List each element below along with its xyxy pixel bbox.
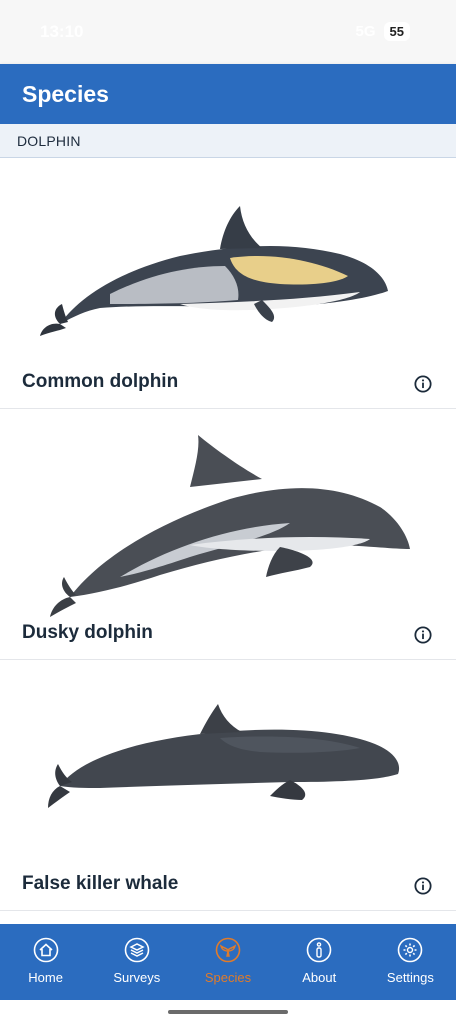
info-icon[interactable] [414, 877, 432, 895]
nav-item-home[interactable]: Home [0, 924, 91, 1000]
page-title: Species [22, 81, 109, 107]
species-card-dusky-dolphin[interactable]: Dusky dolphin [0, 409, 456, 660]
nav-label-surveys: Surveys [113, 970, 161, 985]
whale-tail-icon [215, 937, 241, 963]
species-card-common-dolphin[interactable]: Common dolphin [0, 158, 456, 409]
home-indicator[interactable] [168, 1010, 288, 1014]
nav-item-surveys[interactable]: Surveys [91, 924, 182, 1000]
bottom-navigation: Home Surveys Species About Settings [0, 924, 456, 1000]
species-list[interactable]: Common dolphin Dusky dolphin False kille… [0, 158, 456, 924]
nav-item-settings[interactable]: Settings [365, 924, 456, 1000]
gear-icon [398, 937, 423, 963]
info-icon[interactable] [414, 375, 432, 393]
system-navigation-bar [0, 1000, 456, 1024]
nav-label-species: Species [204, 970, 252, 985]
nav-label-about: About [302, 970, 337, 985]
common-dolphin-illustration [40, 206, 388, 336]
app-bar: Species [0, 64, 456, 124]
status-bar: 13:10 5G 55 [0, 0, 456, 64]
nav-item-about[interactable]: About [274, 924, 365, 1000]
nav-label-settings: Settings [386, 970, 434, 985]
status-indicators: 5G 55 [356, 22, 410, 41]
status-time: 13:10 [40, 22, 84, 41]
info-icon [306, 937, 332, 963]
network-label: 5G [355, 23, 376, 40]
home-icon [33, 937, 58, 963]
section-label: DOLPHIN [17, 133, 81, 149]
species-name: Common dolphin [22, 371, 179, 392]
dusky-dolphin-illustration [50, 435, 410, 617]
species-card-false-killer-whale[interactable]: False killer whale [0, 660, 456, 911]
section-header: DOLPHIN [0, 124, 456, 158]
battery-level: 55 [383, 22, 410, 41]
layers-icon [124, 937, 150, 963]
false-killer-whale-illustration [48, 704, 400, 808]
nav-label-home: Home [28, 970, 63, 985]
info-icon[interactable] [414, 626, 432, 644]
species-name: Dusky dolphin [22, 622, 153, 643]
species-name: False killer whale [22, 873, 179, 894]
nav-item-species[interactable]: Species [182, 924, 273, 1000]
